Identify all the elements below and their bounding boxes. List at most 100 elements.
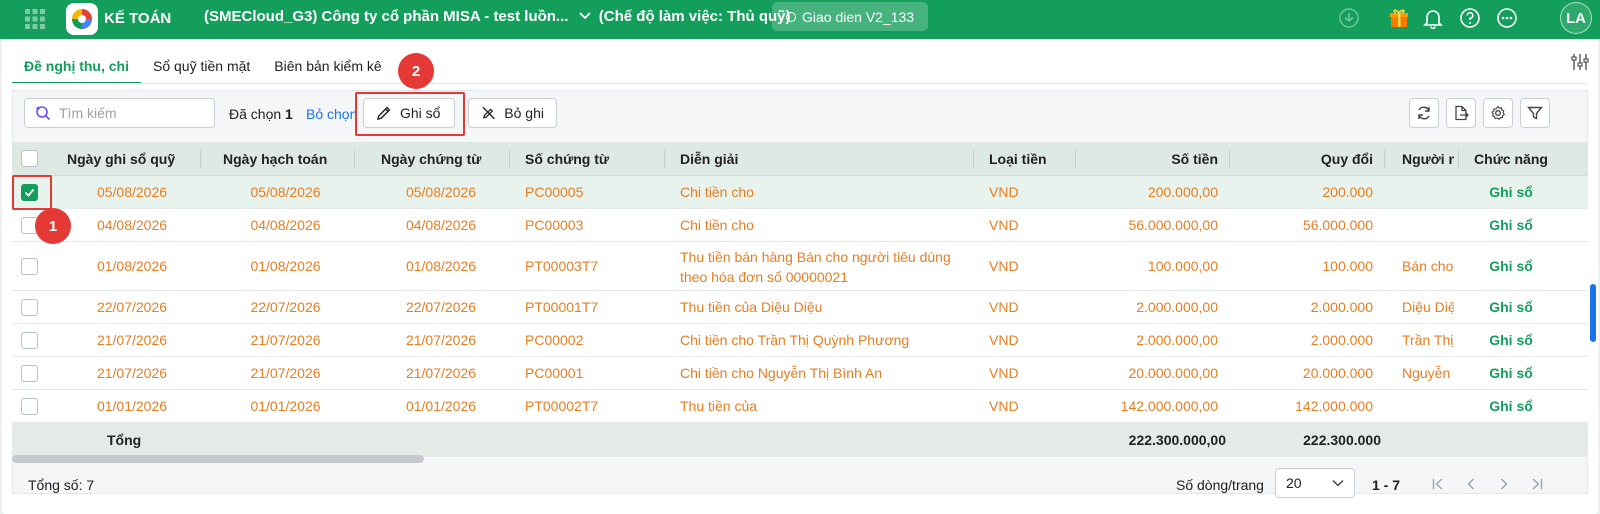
horizontal-scrollbar[interactable] bbox=[12, 455, 424, 463]
post-action-link[interactable]: Ghi sổ bbox=[1460, 365, 1562, 381]
table-row[interactable]: 01/01/2026 01/01/2026 01/01/2026 PT00002… bbox=[12, 390, 1588, 423]
table-row[interactable]: 22/07/2026 22/07/2026 22/07/2026 PT00001… bbox=[12, 291, 1588, 324]
export-button[interactable] bbox=[1446, 98, 1476, 128]
filter-button[interactable] bbox=[1520, 98, 1550, 128]
page-size-select[interactable]: 20 bbox=[1275, 468, 1355, 498]
cell-voucher-no[interactable]: PC00003 bbox=[525, 217, 655, 233]
cell-amount: 20.000.000,00 bbox=[1128, 365, 1218, 381]
col-description[interactable]: Diễn giải bbox=[680, 142, 780, 176]
col-amount[interactable]: Số tiền bbox=[1112, 142, 1218, 176]
filter-icon bbox=[1527, 106, 1543, 120]
cell-currency: VND bbox=[989, 217, 1019, 233]
tab-cash-book[interactable]: Sổ quỹ tiền mặt bbox=[141, 52, 262, 84]
highlight-post-button bbox=[355, 92, 465, 136]
column-settings-icon[interactable] bbox=[1568, 50, 1592, 74]
vertical-scrollbar[interactable] bbox=[1590, 284, 1596, 342]
company-switcher[interactable]: (SMECloud_G3) Công ty cổ phần MISA - tes… bbox=[204, 8, 790, 25]
col-currency[interactable]: Loại tiền bbox=[989, 142, 1069, 176]
unpost-button[interactable]: Bỏ ghi bbox=[468, 98, 557, 128]
total-amount: 222.300.000,00 bbox=[1128, 432, 1226, 448]
row-checkbox[interactable] bbox=[21, 299, 38, 316]
cell-voucher-no[interactable]: PT00003T7 bbox=[525, 258, 655, 274]
col-voucher-no[interactable]: Số chứng từ bbox=[525, 142, 625, 176]
post-action-link[interactable]: Ghi sổ bbox=[1460, 184, 1562, 200]
cell-description: Thu tiền của bbox=[680, 398, 758, 414]
table-row[interactable]: 04/08/2026 04/08/2026 04/08/2026 PC00003… bbox=[12, 209, 1588, 242]
cell-fund-date: 22/07/2026 bbox=[96, 299, 168, 315]
refresh-button[interactable] bbox=[1409, 98, 1439, 128]
post-action-link[interactable]: Ghi sổ bbox=[1460, 299, 1562, 315]
post-action-link[interactable]: Ghi sổ bbox=[1460, 217, 1562, 233]
unselect-link[interactable]: Bỏ chọn bbox=[306, 106, 357, 122]
col-action[interactable]: Chức năng bbox=[1460, 142, 1562, 176]
cell-voucher-no[interactable]: PC00002 bbox=[525, 332, 655, 348]
cell-converted: 56.000.000 bbox=[1302, 217, 1373, 233]
cell-currency: VND bbox=[989, 299, 1019, 315]
search-box[interactable] bbox=[24, 98, 215, 128]
col-posting-date[interactable]: Ngày hạch toán bbox=[223, 142, 348, 176]
help-icon[interactable] bbox=[1457, 5, 1483, 31]
cell-voucher-no[interactable]: PC00001 bbox=[525, 365, 655, 381]
post-action-link[interactable]: Ghi sổ bbox=[1460, 398, 1562, 414]
cell-voucher-date: 21/07/2026 bbox=[405, 332, 477, 348]
col-voucher-date[interactable]: Ngày chứng từ bbox=[381, 142, 501, 176]
col-person[interactable]: Người n bbox=[1402, 142, 1454, 176]
cell-voucher-no[interactable]: PT00002T7 bbox=[525, 398, 655, 414]
settings-button[interactable] bbox=[1483, 98, 1513, 128]
bell-icon[interactable] bbox=[1420, 5, 1446, 31]
circle-icon bbox=[786, 11, 796, 22]
rows-per-page-label: Số dòng/trang bbox=[1176, 477, 1264, 493]
table-row[interactable]: 05/08/2026 05/08/2026 05/08/2026 PC00005… bbox=[12, 176, 1588, 209]
row-checkbox[interactable] bbox=[21, 258, 38, 275]
cell-voucher-no[interactable]: PC00005 bbox=[525, 184, 655, 200]
chevron-down-icon bbox=[1332, 479, 1344, 487]
more-icon[interactable] bbox=[1494, 5, 1520, 31]
post-action-link[interactable]: Ghi sổ bbox=[1460, 332, 1562, 348]
app-grid-icon[interactable] bbox=[24, 8, 46, 30]
select-all-checkbox[interactable] bbox=[21, 150, 38, 167]
prev-page-icon[interactable] bbox=[1461, 474, 1481, 494]
column-divider bbox=[973, 150, 974, 168]
total-count: Tổng số: 7 bbox=[28, 477, 95, 493]
row-checkbox[interactable] bbox=[21, 398, 38, 415]
table-row[interactable]: 21/07/2026 21/07/2026 21/07/2026 PC00001… bbox=[12, 357, 1588, 390]
cell-converted: 2.000.000 bbox=[1310, 332, 1373, 348]
next-page-icon[interactable] bbox=[1494, 474, 1514, 494]
cell-description: Chi tiền cho bbox=[680, 217, 754, 233]
last-page-icon[interactable] bbox=[1527, 474, 1547, 494]
row-checkbox[interactable] bbox=[21, 332, 38, 349]
search-input[interactable] bbox=[59, 105, 199, 121]
step-marker-2: 2 bbox=[398, 53, 434, 89]
cell-posting-date: 21/07/2026 bbox=[250, 365, 321, 381]
top-bar: KẾ TOÁN (SMECloud_G3) Công ty cổ phần MI… bbox=[0, 0, 1600, 39]
cell-description: Chi tiền cho bbox=[680, 184, 754, 200]
post-action-link[interactable]: Ghi sổ bbox=[1460, 258, 1562, 274]
cell-voucher-date: 04/08/2026 bbox=[405, 217, 477, 233]
ai-search-icon bbox=[35, 106, 51, 121]
col-converted[interactable]: Quy đổi bbox=[1272, 142, 1373, 176]
tab-bar: Đề nghị thu, chi Sổ quỹ tiền mặt Biên bả… bbox=[12, 52, 394, 84]
ui-version-badge[interactable]: Giao dien V2_133 bbox=[772, 2, 929, 31]
table-row[interactable]: 01/08/2026 01/08/2026 01/08/2026 PT00003… bbox=[12, 242, 1588, 291]
download-icon[interactable] bbox=[1336, 5, 1362, 31]
cell-amount: 100.000,00 bbox=[1147, 258, 1218, 274]
table-row[interactable]: 21/07/2026 21/07/2026 21/07/2026 PC00002… bbox=[12, 324, 1588, 357]
first-page-icon[interactable] bbox=[1428, 474, 1448, 494]
tab-payment-requests[interactable]: Đề nghị thu, chi bbox=[12, 52, 141, 84]
cell-amount: 2.000.000,00 bbox=[1136, 299, 1218, 315]
tab-inventory-report[interactable]: Biên bản kiểm kê bbox=[262, 52, 393, 84]
col-fund-date[interactable]: Ngày ghi sổ quỹ bbox=[67, 142, 197, 176]
cell-converted: 20.000.000 bbox=[1302, 365, 1373, 381]
total-label: Tổng bbox=[107, 432, 142, 448]
column-divider bbox=[509, 150, 510, 168]
highlight-checkbox bbox=[12, 175, 52, 210]
gift-icon[interactable] bbox=[1386, 5, 1412, 31]
column-divider bbox=[1229, 150, 1230, 168]
selected-prefix: Đã chọn bbox=[229, 106, 282, 122]
cell-voucher-no[interactable]: PT00001T7 bbox=[525, 299, 655, 315]
user-avatar[interactable]: LA bbox=[1560, 2, 1592, 34]
cell-converted: 200.000 bbox=[1322, 184, 1373, 200]
cell-person: Trần Thị bbox=[1402, 332, 1454, 348]
row-checkbox[interactable] bbox=[21, 365, 38, 382]
table-header: Ngày ghi sổ quỹ Ngày hạch toán Ngày chứn… bbox=[12, 142, 1588, 176]
